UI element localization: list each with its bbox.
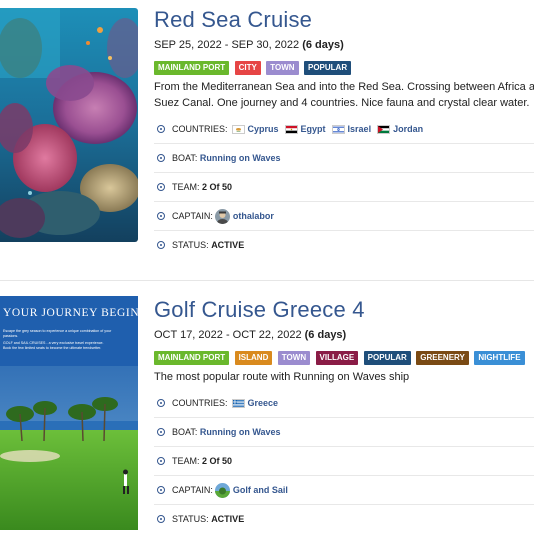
- coral-reef-image: [0, 8, 138, 242]
- countries-label: COUNTRIES:: [172, 398, 228, 408]
- date-range: SEP 25, 2022 - SEP 30, 2022: [154, 39, 300, 51]
- tag-town[interactable]: TOWN: [266, 61, 299, 75]
- bullet-icon: [157, 428, 165, 436]
- description-line: From the Mediterranean Sea and into the …: [154, 81, 534, 93]
- captain-avatar[interactable]: [214, 208, 230, 224]
- poster-line: Book the few limited seats to become the…: [3, 346, 101, 350]
- tag-island[interactable]: ISLAND: [234, 351, 273, 365]
- cruise-title[interactable]: Golf Cruise Greece 4: [154, 297, 534, 323]
- tag-greenery[interactable]: GREENERY: [416, 351, 469, 365]
- tag-popular[interactable]: POPULAR: [304, 61, 352, 75]
- captain-link[interactable]: othalabor: [233, 211, 274, 221]
- status-label: STATUS:: [172, 514, 209, 524]
- poster-line: Escape the grey season to experience a u…: [3, 329, 112, 333]
- captain-row: CAPTAIN: othalabor: [154, 202, 534, 231]
- cruise-details: COUNTRIES: Cyprus Egypt Israel Jordan BO…: [154, 115, 534, 259]
- captain-link[interactable]: Golf and Sail: [233, 485, 288, 495]
- bullet-icon: [157, 212, 165, 220]
- cruise-dates: SEP 25, 2022 - SEP 30, 2022 (6 days): [154, 39, 534, 51]
- boat-link[interactable]: Running on Waves: [200, 427, 281, 437]
- tag-mainland-port[interactable]: MAINLAND PORT: [154, 61, 230, 75]
- cyprus-flag-icon: [231, 124, 245, 134]
- team-row: TEAM: 2 Of 50: [154, 447, 534, 476]
- status-row: STATUS: ACTIVE: [154, 505, 534, 533]
- tag-village[interactable]: VILLAGE: [315, 351, 359, 365]
- bullet-icon: [157, 399, 165, 407]
- tag-town[interactable]: TOWN: [277, 351, 311, 365]
- countries-row: COUNTRIES: Greece: [154, 389, 534, 418]
- team-label: TEAM:: [172, 456, 200, 466]
- captain-avatar[interactable]: [214, 482, 230, 498]
- description-line: The most popular route with Running on W…: [154, 371, 410, 383]
- cruise-info: Golf Cruise Greece 4 OCT 17, 2022 - OCT …: [154, 290, 534, 533]
- tag-list: MAINLAND PORT ISLAND TOWN VILLAGE POPULA…: [154, 347, 534, 365]
- duration: (6 days): [304, 329, 347, 341]
- israel-flag-icon: [331, 124, 345, 134]
- greece-flag-icon: [231, 398, 245, 408]
- country-link-greece[interactable]: Greece: [248, 398, 279, 408]
- country-link-israel[interactable]: Israel: [348, 124, 372, 134]
- poster-headline: YOUR JOURNEY BEGINS ...: [3, 307, 138, 319]
- tag-popular[interactable]: POPULAR: [363, 351, 411, 365]
- captain-label: CAPTAIN:: [172, 211, 213, 221]
- captain-label: CAPTAIN:: [172, 485, 213, 495]
- cruise-dates: OCT 17, 2022 - OCT 22, 2022 (6 days): [154, 329, 534, 341]
- status-row: STATUS: ACTIVE: [154, 231, 534, 259]
- tag-city[interactable]: CITY: [234, 61, 261, 75]
- duration: (6 days): [302, 39, 344, 51]
- country-link-jordan[interactable]: Jordan: [393, 124, 423, 134]
- team-label: TEAM:: [172, 182, 200, 192]
- bullet-icon: [157, 241, 165, 249]
- country-link-cyprus[interactable]: Cyprus: [248, 124, 279, 134]
- status-label: STATUS:: [172, 240, 209, 250]
- cruise-details: COUNTRIES: Greece BOAT: Running on Waves…: [154, 389, 534, 533]
- bullet-icon: [157, 154, 165, 162]
- poster-line: GOLF and SAIL CRUISES - a very exclusive…: [3, 341, 104, 345]
- team-row: TEAM: 2 Of 50: [154, 173, 534, 202]
- date-range: OCT 17, 2022 - OCT 22, 2022: [154, 329, 302, 341]
- tag-nightlife[interactable]: NIGHTLIFE: [474, 351, 525, 365]
- bullet-icon: [157, 183, 165, 191]
- tag-mainland-port[interactable]: MAINLAND PORT: [154, 351, 230, 365]
- card-divider: [0, 280, 534, 281]
- country-link-egypt[interactable]: Egypt: [301, 124, 326, 134]
- description-line: Suez Canal. One journey and 4 countries.…: [154, 97, 530, 109]
- cruise-image-golf-poster[interactable]: YOUR JOURNEY BEGINS ... Escape the grey …: [0, 296, 138, 530]
- boat-link[interactable]: Running on Waves: [200, 153, 281, 163]
- egypt-flag-icon: [284, 124, 298, 134]
- cruise-description: The most popular route with Running on W…: [154, 369, 534, 385]
- team-value: 2 Of 50: [202, 456, 233, 466]
- cruise-card-golf-greece: YOUR JOURNEY BEGINS ... Escape the grey …: [0, 290, 534, 534]
- status-value: ACTIVE: [211, 514, 245, 524]
- cruise-title[interactable]: Red Sea Cruise: [154, 7, 534, 33]
- tag-list: MAINLAND PORT CITY TOWN POPULAR: [154, 57, 534, 75]
- boat-label: BOAT:: [172, 153, 198, 163]
- status-value: ACTIVE: [211, 240, 245, 250]
- bullet-icon: [157, 515, 165, 523]
- countries-row: COUNTRIES: Cyprus Egypt Israel Jordan: [154, 115, 534, 144]
- captain-row: CAPTAIN: Golf and Sail: [154, 476, 534, 505]
- boat-row: BOAT: Running on Waves: [154, 418, 534, 447]
- team-value: 2 Of 50: [202, 182, 233, 192]
- cruise-description: From the Mediterranean Sea and into the …: [154, 79, 534, 111]
- cruise-card-red-sea: Red Sea Cruise SEP 25, 2022 - SEP 30, 20…: [0, 0, 534, 250]
- countries-label: COUNTRIES:: [172, 124, 228, 134]
- boat-label: BOAT:: [172, 427, 198, 437]
- bullet-icon: [157, 486, 165, 494]
- boat-row: BOAT: Running on Waves: [154, 144, 534, 173]
- bullet-icon: [157, 125, 165, 133]
- cruise-image-coral-reef[interactable]: [0, 8, 138, 242]
- cruise-info: Red Sea Cruise SEP 25, 2022 - SEP 30, 20…: [154, 0, 534, 259]
- golf-poster-image: YOUR JOURNEY BEGINS ... Escape the grey …: [0, 296, 138, 530]
- bullet-icon: [157, 457, 165, 465]
- jordan-flag-icon: [377, 124, 391, 134]
- poster-line: passions.: [3, 334, 18, 338]
